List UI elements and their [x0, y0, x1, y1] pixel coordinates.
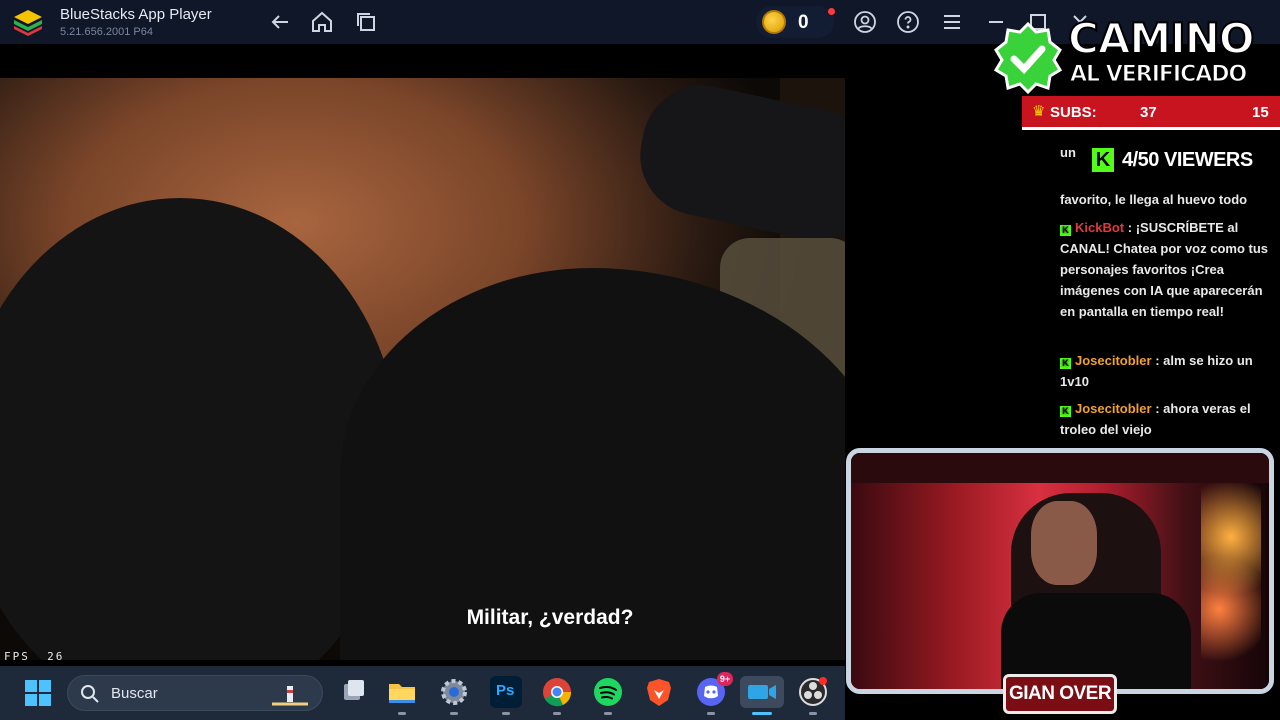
taskbar-app-brave[interactable] [643, 676, 675, 708]
coin-count: 0 [798, 12, 809, 33]
menu-icon[interactable] [940, 10, 964, 34]
photoshop-icon: Ps [496, 682, 515, 699]
kick-badge-icon: K [1060, 358, 1071, 369]
obs-icon [799, 677, 827, 706]
chat-text: un [1060, 145, 1076, 160]
taskbar-app-task-view[interactable] [338, 676, 370, 708]
app-title: BlueStacks App Player [60, 6, 212, 23]
viewer-count: 4/50 VIEWERS [1122, 149, 1253, 171]
help-icon[interactable] [896, 10, 920, 34]
subs-goal-bar: ♛ SUBS: 37 15 [1022, 96, 1280, 130]
discord-notification-badge: 9+ [717, 672, 733, 686]
chat-username: Josecitobler [1075, 401, 1152, 416]
taskbar-app-settings[interactable] [438, 676, 470, 715]
account-icon[interactable] [853, 10, 877, 34]
chat-message: K Josecitobler : alm se hizo un 1v10 [1060, 353, 1253, 389]
task-view-icon [344, 680, 364, 700]
chat-text: favorito, le llega al huevo todo [1060, 192, 1248, 207]
fps-label: FPS [4, 650, 30, 663]
fps-counter: FPS 26 [4, 650, 64, 663]
taskbar-app-obs[interactable] [797, 676, 829, 715]
banner-title: CAMINO [1067, 13, 1256, 64]
webcam-frame [846, 448, 1274, 694]
taskbar-app-spotify[interactable] [592, 676, 624, 715]
taskbar-app-photoshop[interactable]: Ps [490, 676, 522, 715]
banner-subtitle: AL VERIFICADO [1069, 62, 1247, 88]
home-icon[interactable] [310, 10, 334, 34]
webcam-nameplate: GIAN OVER [1003, 674, 1117, 714]
brave-icon [647, 679, 671, 706]
subs-label: SUBS: [1050, 104, 1097, 121]
notification-dot [828, 8, 835, 15]
kick-badge-icon: K [1060, 406, 1071, 417]
search-placeholder: Buscar [111, 685, 158, 702]
folder-icon [389, 684, 415, 703]
lighthouse-icon [272, 686, 308, 706]
taskbar-app-chrome[interactable] [541, 676, 573, 715]
chat-message: favorito, le llega al huevo todo [1060, 189, 1272, 210]
taskbar-search[interactable]: Buscar [67, 675, 323, 711]
taskbar-app-discord[interactable]: 9+ [695, 672, 733, 715]
back-icon[interactable] [268, 10, 292, 34]
kick-logo-icon: K [1092, 148, 1114, 172]
app-version: 5.21.656.2001 P64 [60, 26, 153, 38]
taskbar-app-video[interactable] [740, 676, 784, 715]
multi-instance-icon[interactable] [354, 10, 378, 34]
chat-username: KickBot [1075, 220, 1125, 235]
chat-message: K KickBot : ¡SUSCRÍBETE al CANAL! Chatea … [1060, 220, 1269, 319]
taskbar-app-file-explorer[interactable] [386, 676, 418, 715]
chat-username: Josecitobler [1075, 353, 1152, 368]
chat-message: K Josecitobler : ahora veras el troleo de… [1060, 401, 1251, 437]
spotify-icon [594, 678, 622, 706]
video-player[interactable] [0, 78, 845, 660]
subs-goal: 15 [1252, 104, 1269, 121]
taskbar: Buscar Ps 9+ [0, 666, 845, 720]
crown-icon: ♛ [1032, 103, 1046, 120]
viewer-count-panel: K 4/50 VIEWERS [1076, 138, 1280, 182]
search-icon [81, 685, 99, 703]
coin-counter[interactable]: 0 [756, 6, 835, 38]
video-camera-icon [748, 685, 776, 699]
subs-count: 37 [1140, 104, 1157, 121]
fps-value: 26 [47, 650, 65, 663]
chrome-icon [543, 678, 572, 707]
gear-icon [441, 679, 467, 705]
coin-icon [762, 10, 786, 34]
verified-check-icon [993, 22, 1063, 94]
windows-start-icon[interactable] [24, 679, 52, 707]
bluestacks-logo-icon [14, 10, 42, 36]
kick-badge-icon: K [1060, 225, 1071, 236]
